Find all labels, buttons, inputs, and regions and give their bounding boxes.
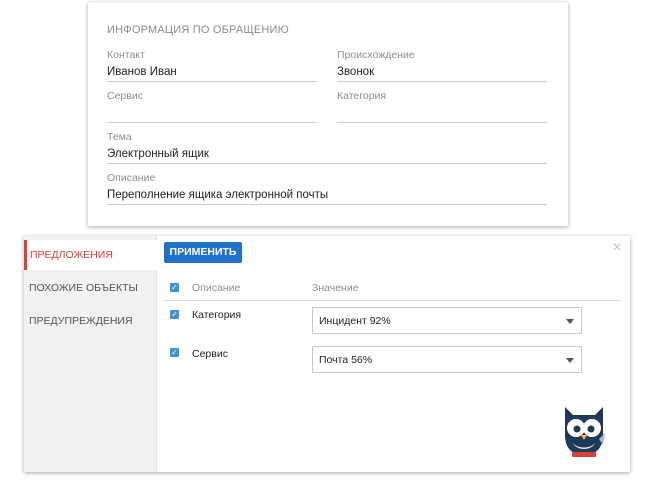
sidebar-item-similar-objects[interactable]: ПОХОЖИЕ ОБЪЕКТЫ [24, 273, 157, 303]
origin-underline [337, 81, 547, 82]
service-underline [107, 122, 317, 123]
service-select[interactable]: Почта 56% [312, 346, 582, 373]
request-info-title: ИНФОРМАЦИЯ ПО ОБРАЩЕНИЮ [107, 24, 289, 36]
service-label: Сервис [107, 90, 143, 102]
origin-value[interactable]: Звонок [337, 65, 547, 79]
suggestions-sidebar: ПРЕДЛОЖЕНИЯ ПОХОЖИЕ ОБЪЕКТЫ ПРЕДУПРЕЖДЕН… [24, 236, 158, 472]
topic-underline [107, 163, 547, 164]
request-info-card: ИНФОРМАЦИЯ ПО ОБРАЩЕНИЮ Контакт Иванов И… [88, 2, 568, 226]
description-field[interactable]: Описание Переполнение ящика электронной … [107, 172, 547, 205]
owl-mascot-icon[interactable] [559, 401, 609, 459]
sidebar-item-suggestions[interactable]: ПРЕДЛОЖЕНИЯ [24, 240, 158, 270]
description-label: Описание [107, 172, 156, 184]
table-header-divider [163, 300, 621, 301]
description-underline [107, 204, 547, 205]
description-value[interactable]: Переполнение ящика электронной почты [107, 188, 547, 202]
category-value[interactable] [337, 106, 547, 120]
apply-button[interactable]: ПРИМЕНИТЬ [164, 242, 242, 263]
row-category-checkbox[interactable]: ✓ [170, 310, 179, 319]
category-field[interactable]: Категория [337, 90, 547, 123]
select-all-checkbox[interactable]: ✓ [170, 283, 179, 292]
category-label: Категория [337, 90, 387, 102]
header-value: Значение [312, 282, 359, 294]
topic-field[interactable]: Тема Электронный ящик [107, 131, 547, 164]
contact-underline [107, 81, 317, 82]
origin-field[interactable]: Происхождение Звонок [337, 49, 547, 82]
contact-label: Контакт [107, 49, 145, 61]
contact-field[interactable]: Контакт Иванов Иван [107, 49, 317, 82]
contact-value[interactable]: Иванов Иван [107, 65, 317, 79]
service-field[interactable]: Сервис [107, 90, 317, 123]
close-icon[interactable]: × [609, 240, 625, 256]
suggestions-panel: ПРЕДЛОЖЕНИЯ ПОХОЖИЕ ОБЪЕКТЫ ПРЕДУПРЕЖДЕН… [24, 236, 630, 472]
service-value[interactable] [107, 106, 317, 120]
row-category-label: Категория [192, 309, 242, 321]
origin-label: Происхождение [337, 49, 415, 61]
category-select[interactable]: Инцидент 92% [312, 307, 582, 334]
topic-value[interactable]: Электронный ящик [107, 147, 547, 161]
chevron-down-icon [566, 319, 574, 324]
chevron-down-icon [566, 358, 574, 363]
sidebar-item-warnings[interactable]: ПРЕДУПРЕЖДЕНИЯ [24, 306, 157, 336]
row-service-checkbox[interactable]: ✓ [170, 348, 179, 357]
category-select-value: Инцидент 92% [319, 315, 391, 327]
category-underline [337, 122, 547, 123]
topic-label: Тема [107, 131, 132, 143]
service-select-value: Почта 56% [319, 354, 373, 366]
row-service-label: Сервис [192, 348, 228, 360]
header-description: Описание [192, 282, 241, 294]
